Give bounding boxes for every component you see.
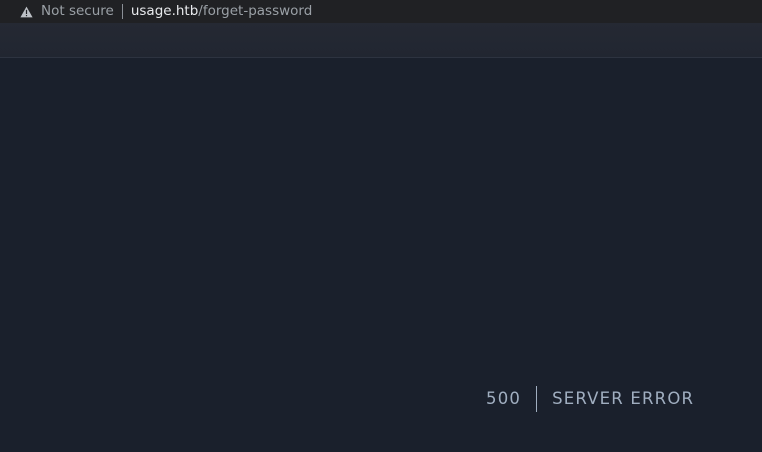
url-path: /forget-password xyxy=(198,3,313,19)
error-notice: 500 SERVER ERROR xyxy=(486,386,694,412)
url-divider xyxy=(121,4,123,19)
security-label: Not secure xyxy=(41,3,114,19)
url-host: usage.htb xyxy=(130,3,199,19)
security-indicator[interactable]: Not secure xyxy=(0,0,114,23)
error-code: 500 xyxy=(486,389,522,408)
url-field[interactable]: usage.htb/forget-password xyxy=(131,0,312,23)
browser-address-bar[interactable]: Not secure usage.htb/forget-password xyxy=(0,0,762,23)
error-message: SERVER ERROR xyxy=(552,389,695,408)
page-header-bar xyxy=(0,23,762,58)
warning-icon xyxy=(19,5,33,19)
